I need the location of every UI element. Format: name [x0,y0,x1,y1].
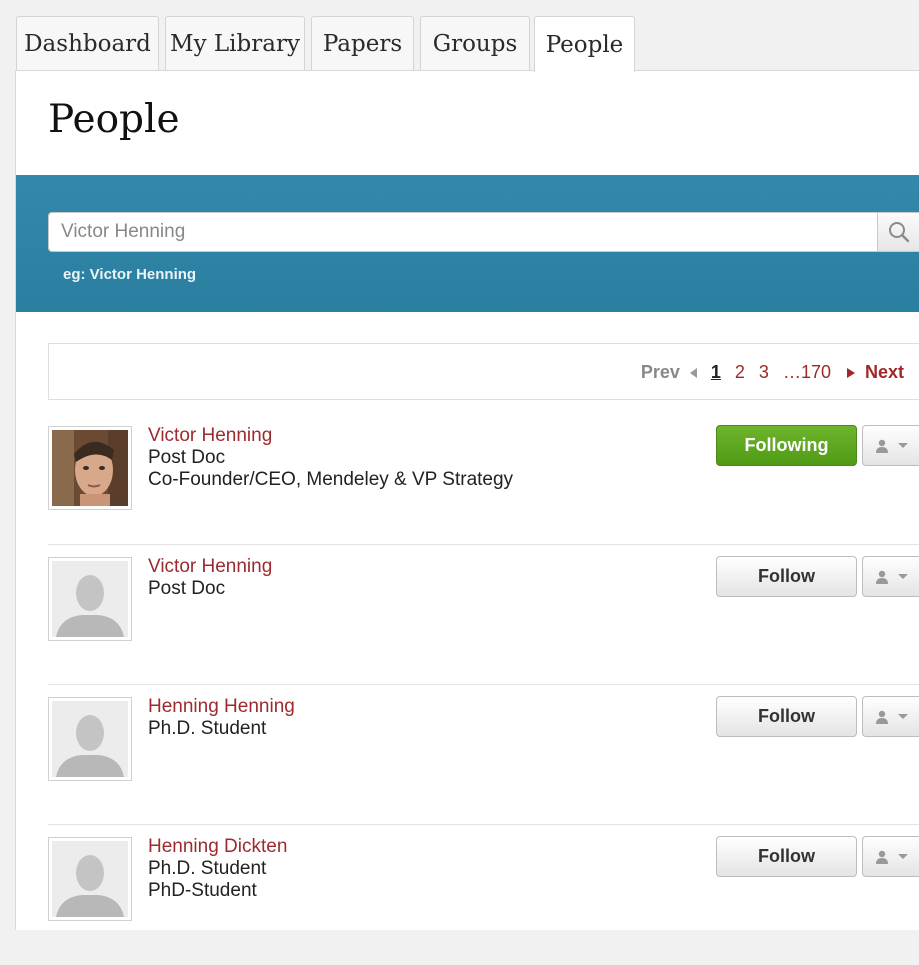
tab-people[interactable]: People [534,16,635,72]
person-title: Co-Founder/CEO, Mendeley & VP Strategy [148,469,514,490]
search-band: eg: Victor Henning [16,175,919,312]
tab-papers[interactable]: Papers [311,16,414,70]
search-input[interactable] [48,212,877,252]
pagination: Prev 1 2 3 …170 Next [48,343,919,400]
person-position: Ph.D. Student [148,858,267,879]
person-name[interactable]: Victor Henning [148,556,272,578]
chevron-down-icon [898,443,908,448]
person-icon [876,439,888,453]
page-ellipsis: …170 [783,362,831,383]
page-link-last[interactable]: 170 [801,362,831,382]
search-button[interactable] [877,212,919,252]
tab-dashboard[interactable]: Dashboard [16,16,159,70]
tab-my-library[interactable]: My Library [165,16,305,70]
person-row: Victor Henning Post Doc Follow [48,544,919,685]
page-title: People [48,97,180,142]
follow-button[interactable]: Follow [716,696,857,737]
page-link-2[interactable]: 2 [735,362,745,383]
ellipsis-text: … [782,362,801,382]
person-position: Post Doc [148,447,226,468]
following-button[interactable]: Following [716,425,857,466]
default-avatar-icon [52,561,128,637]
person-photo [52,430,128,506]
pagination-prev[interactable]: Prev [641,362,680,383]
search-icon [889,222,910,243]
default-avatar-icon [52,701,128,777]
avatar[interactable] [48,557,132,641]
person-title: PhD-Student [148,880,257,901]
page-link-1[interactable]: 1 [711,362,721,383]
people-panel: People eg: Victor Henning Prev 1 2 3 …17… [15,70,919,930]
person-name[interactable]: Henning Henning [148,696,295,718]
person-icon [876,850,888,864]
person-name[interactable]: Victor Henning [148,425,272,447]
person-menu-button[interactable] [862,836,919,877]
chevron-down-icon [898,714,908,719]
person-icon [876,710,888,724]
person-row: Henning Henning Ph.D. Student Follow [48,684,919,825]
chevron-down-icon [898,574,908,579]
follow-button[interactable]: Follow [716,556,857,597]
person-row: Henning Dickten Ph.D. Student PhD-Studen… [48,824,919,965]
person-menu-button[interactable] [862,425,919,466]
tab-groups[interactable]: Groups [420,16,530,70]
page-link-3[interactable]: 3 [759,362,769,383]
person-position: Ph.D. Student [148,718,267,739]
avatar[interactable] [48,697,132,781]
pagination-next[interactable]: Next [865,362,904,383]
default-avatar-icon [52,841,128,917]
person-name[interactable]: Henning Dickten [148,836,287,858]
follow-button[interactable]: Follow [716,836,857,877]
person-row: Victor Henning Post Doc Co-Founder/CEO, … [48,414,919,554]
search-hint: eg: Victor Henning [63,266,197,283]
avatar[interactable] [48,837,132,921]
person-icon [876,570,888,584]
person-menu-button[interactable] [862,696,919,737]
chevron-down-icon [898,854,908,859]
next-arrow-icon [846,367,855,378]
person-menu-button[interactable] [862,556,919,597]
prev-arrow-icon [689,367,697,378]
avatar[interactable] [48,426,132,510]
person-position: Post Doc [148,578,226,599]
